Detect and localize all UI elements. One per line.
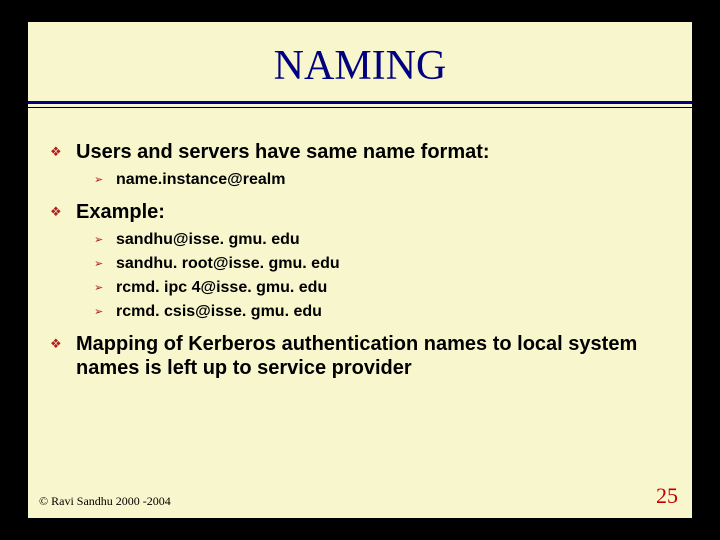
footer: © Ravi Sandhu 2000 -2004 25 bbox=[39, 483, 678, 509]
slide: NAMING ❖ Users and servers have same nam… bbox=[28, 22, 692, 518]
diamond-bullet-icon: ❖ bbox=[46, 200, 76, 224]
copyright-text: © Ravi Sandhu 2000 -2004 bbox=[39, 494, 171, 509]
sub-bullet-item: ➢ sandhu. root@isse. gmu. edu bbox=[94, 254, 674, 274]
sub-bullet-text: name.instance@realm bbox=[116, 170, 285, 190]
sub-bullet-text: rcmd. ipc 4@isse. gmu. edu bbox=[116, 278, 327, 298]
bullet-text: Users and servers have same name format: bbox=[76, 140, 490, 164]
bullet-text: Example: bbox=[76, 200, 165, 224]
chevron-bullet-icon: ➢ bbox=[94, 254, 116, 274]
sub-bullet-item: ➢ sandhu@isse. gmu. edu bbox=[94, 230, 674, 250]
bullet-item: ❖ Mapping of Kerberos authentication nam… bbox=[46, 332, 674, 380]
bullet-item: ❖ Users and servers have same name forma… bbox=[46, 140, 674, 164]
bullet-text: Mapping of Kerberos authentication names… bbox=[76, 332, 674, 380]
chevron-bullet-icon: ➢ bbox=[94, 302, 116, 322]
chevron-bullet-icon: ➢ bbox=[94, 230, 116, 250]
sub-bullet-text: rcmd. csis@isse. gmu. edu bbox=[116, 302, 322, 322]
sub-bullet-item: ➢ name.instance@realm bbox=[94, 170, 674, 190]
sub-bullet-item: ➢ rcmd. ipc 4@isse. gmu. edu bbox=[94, 278, 674, 298]
sub-bullet-text: sandhu@isse. gmu. edu bbox=[116, 230, 300, 250]
slide-title: NAMING bbox=[28, 42, 692, 90]
sub-bullet-text: sandhu. root@isse. gmu. edu bbox=[116, 254, 340, 274]
diamond-bullet-icon: ❖ bbox=[46, 140, 76, 164]
diamond-bullet-icon: ❖ bbox=[46, 332, 76, 380]
chevron-bullet-icon: ➢ bbox=[94, 170, 116, 190]
sub-bullet-item: ➢ rcmd. csis@isse. gmu. edu bbox=[94, 302, 674, 322]
title-underline-thick bbox=[28, 101, 692, 104]
bullet-item: ❖ Example: bbox=[46, 200, 674, 224]
chevron-bullet-icon: ➢ bbox=[94, 278, 116, 298]
page-number: 25 bbox=[656, 483, 678, 509]
content-area: ❖ Users and servers have same name forma… bbox=[28, 108, 692, 380]
